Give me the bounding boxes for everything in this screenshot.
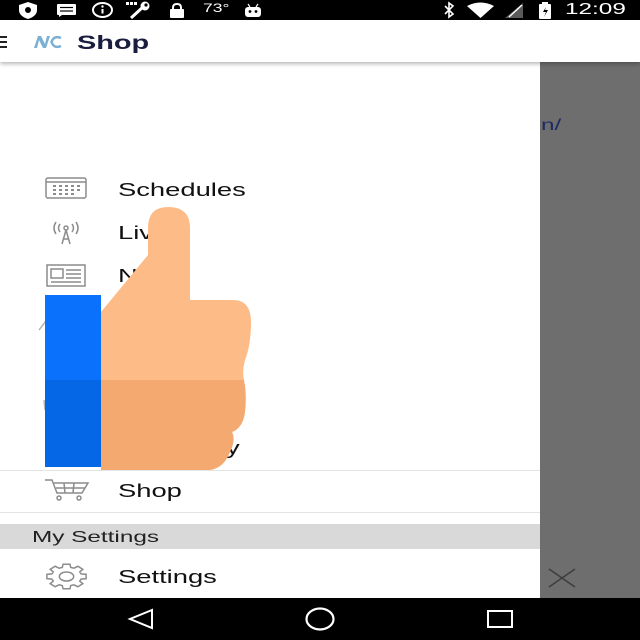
drawer-item-label: Shop: [118, 481, 182, 501]
tool-icon: [126, 1, 150, 20]
section-header-label: My Settings: [32, 529, 160, 546]
shield-icon: [19, 2, 37, 19]
drawer-item-schedules[interactable]: Schedules: [0, 168, 540, 211]
divider: [0, 512, 540, 513]
android-icon: [245, 3, 261, 17]
battery-icon: [539, 2, 551, 19]
menu-icon[interactable]: [0, 36, 8, 48]
no-signal-icon: [505, 3, 523, 18]
page-title: Shop: [77, 33, 150, 54]
drawer-scrim[interactable]: n/: [540, 62, 640, 598]
drawer-item-label: Liv: [118, 223, 153, 243]
close-icon: [548, 568, 576, 588]
back-icon[interactable]: [127, 608, 154, 630]
team-logo-icon: [34, 35, 62, 49]
drawer-item-label: Schedules: [118, 180, 246, 200]
lock-icon: [170, 2, 184, 18]
navigation-bar: [0, 598, 640, 640]
home-icon[interactable]: [305, 607, 335, 631]
recents-icon[interactable]: [487, 610, 513, 628]
cart-icon: [45, 479, 90, 501]
bluetooth-icon: [444, 1, 455, 19]
antenna-icon: [53, 221, 79, 245]
partially-hidden-icon: [38, 320, 47, 331]
navigation-drawer: Schedules Liv N y Shop My Settings Setti…: [0, 62, 540, 598]
drawer-item-settings[interactable]: Settings: [0, 555, 540, 598]
status-bar: 73° 12:09: [0, 0, 640, 20]
gear-icon: [45, 563, 88, 590]
newspaper-icon: [46, 264, 86, 287]
drawer-item-label: Settings: [118, 567, 217, 587]
message-icon: [57, 4, 76, 17]
drawer-item-news[interactable]: N: [0, 254, 540, 297]
info-icon: [92, 2, 113, 18]
wifi-icon: [467, 2, 494, 18]
drawer-item-label: N: [118, 266, 138, 286]
temperature-text: 73°: [203, 3, 230, 15]
drawer-item-shop[interactable]: Shop: [0, 470, 540, 513]
background-link: n/: [541, 117, 562, 134]
app-bar: Shop: [0, 20, 640, 62]
section-header: My Settings: [0, 524, 540, 549]
drawer-item[interactable]: y: [0, 426, 540, 469]
calendar-icon: [45, 177, 87, 199]
partially-hidden-icon: [43, 399, 46, 411]
clock-text: 12:09: [565, 1, 626, 18]
drawer-item-label: y: [226, 438, 240, 458]
drawer-item-live[interactable]: Liv: [0, 211, 540, 254]
